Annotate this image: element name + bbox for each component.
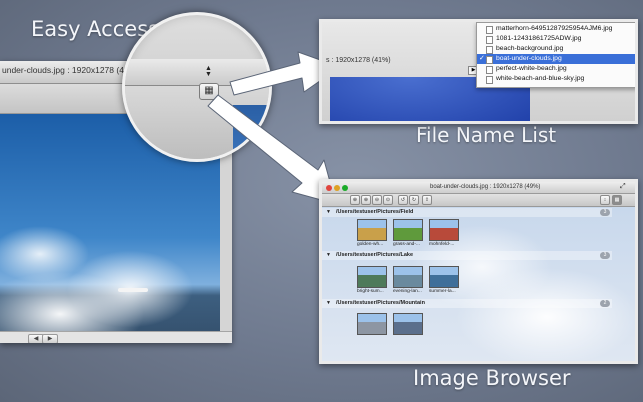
thumbnail-label: grass-and-... bbox=[393, 242, 420, 247]
rotate-left-icon[interactable]: ↺ bbox=[398, 195, 408, 205]
disclosure-triangle-icon[interactable]: ▼ bbox=[326, 251, 331, 260]
zoom-window-button[interactable] bbox=[342, 185, 348, 191]
document-icon bbox=[486, 26, 493, 34]
thumbnail[interactable] bbox=[393, 266, 423, 288]
share-icon[interactable]: ⇪ bbox=[422, 195, 432, 205]
file-item-label: perfect-white-beach.jpg bbox=[496, 65, 567, 72]
thumbnail-label: evening-lan... bbox=[393, 289, 422, 294]
disclosure-triangle-icon[interactable]: ▼ bbox=[326, 299, 331, 308]
checkmark-icon: ✓ bbox=[479, 55, 485, 62]
file-item[interactable]: 1081-12431861725ADW.jpg bbox=[477, 34, 635, 44]
fullscreen-icon[interactable]: ⤢ bbox=[620, 183, 626, 191]
file-item[interactable]: beach-background.jpg bbox=[477, 44, 635, 54]
zoom-out-icon[interactable]: ⊖ bbox=[372, 195, 382, 205]
document-icon bbox=[486, 46, 493, 54]
thumbnail[interactable] bbox=[429, 219, 459, 241]
thumbnail[interactable] bbox=[357, 219, 387, 241]
browser-thumbnail-area: ▼ /Users/testuser/Pictures/Field 3 golde… bbox=[322, 207, 635, 361]
disclosure-triangle-icon[interactable]: ▼ bbox=[326, 208, 331, 217]
zoom-in-icon[interactable]: ⊕ bbox=[361, 195, 371, 205]
thumbnail-label: bright-sum... bbox=[357, 289, 384, 294]
rotate-right-icon[interactable]: ↻ bbox=[409, 195, 419, 205]
browser-titlebar: boat-under-clouds.jpg : 1920x1278 (49%) … bbox=[322, 182, 635, 194]
group-count-badge: 3 bbox=[600, 209, 610, 216]
thumbnail[interactable] bbox=[393, 219, 423, 241]
thumbnail-label: mohnfeld-... bbox=[429, 242, 455, 247]
thumbnail[interactable] bbox=[393, 313, 423, 335]
folder-path: /Users/testuser/Pictures/Mountain bbox=[336, 300, 425, 306]
image-browser-panel: boat-under-clouds.jpg : 1920x1278 (49%) … bbox=[319, 179, 638, 364]
browser-toolbar: ⊕ ⊕ ⊖ ⊙ ↺ ↻ ⇪ ↕ ▦ bbox=[322, 194, 635, 207]
document-icon bbox=[486, 56, 493, 64]
file-item-selected[interactable]: ✓ boat-under-clouds.jpg bbox=[477, 54, 635, 64]
file-item[interactable]: perfect-white-beach.jpg bbox=[477, 64, 635, 74]
zoom-fit-icon[interactable]: ⊕ bbox=[350, 195, 360, 205]
file-item-label: matterhorn-649512879259​54AJM6.jpg bbox=[496, 25, 613, 32]
file-list-window-title: s : 1920x1278 (41%) bbox=[326, 57, 391, 64]
document-icon bbox=[486, 66, 493, 74]
folder-path: /Users/testuser/Pictures/Field bbox=[336, 209, 414, 215]
folder-group-header[interactable]: ▼ /Users/testuser/Pictures/Field 3 bbox=[322, 208, 612, 217]
browser-window-title: boat-under-clouds.jpg : 1920x1278 (49%) bbox=[430, 184, 541, 190]
group-count-badge: 3 bbox=[600, 252, 610, 259]
folder-path: /Users/testuser/Pictures/Lake bbox=[336, 252, 414, 258]
thumbnail[interactable] bbox=[429, 266, 459, 288]
thumbnail[interactable] bbox=[357, 266, 387, 288]
group-count-badge: 2 bbox=[600, 300, 610, 307]
file-item-label: beach-background.jpg bbox=[496, 45, 564, 52]
file-name-menu: matterhorn-649512879259​54AJM6.jpg 1081-… bbox=[476, 22, 635, 88]
file-name-list-panel: s : 1920x1278 (41%) ▶ matterhorn-6495128… bbox=[319, 19, 638, 124]
file-item[interactable]: matterhorn-649512879259​54AJM6.jpg bbox=[477, 24, 635, 34]
file-item-label: boat-under-clouds.jpg bbox=[496, 55, 562, 62]
minimize-window-button[interactable] bbox=[334, 185, 340, 191]
thumbnail[interactable] bbox=[357, 313, 387, 335]
document-icon bbox=[486, 76, 493, 84]
folder-group-header[interactable]: ▼ /Users/testuser/Pictures/Lake 3 bbox=[322, 251, 612, 260]
document-icon bbox=[486, 36, 493, 44]
file-item-label: white-beach-and-blue-sky.jpg bbox=[496, 75, 585, 82]
folder-group-header[interactable]: ▼ /Users/testuser/Pictures/Mountain 2 bbox=[322, 299, 612, 308]
close-window-button[interactable] bbox=[326, 185, 332, 191]
zoom-actual-icon[interactable]: ⊙ bbox=[383, 195, 393, 205]
arrow-to-browser-icon bbox=[207, 94, 337, 205]
stepper-icon[interactable]: ↕ bbox=[600, 195, 610, 205]
file-item-label: 1081-12431861725ADW.jpg bbox=[496, 35, 582, 42]
grid-icon[interactable]: ▦ bbox=[612, 195, 622, 205]
file-item[interactable]: white-beach-and-blue-sky.jpg bbox=[477, 74, 635, 84]
thumbnail-label: summer-la... bbox=[429, 289, 456, 294]
thumbnail-label: golden-wh... bbox=[357, 242, 384, 247]
